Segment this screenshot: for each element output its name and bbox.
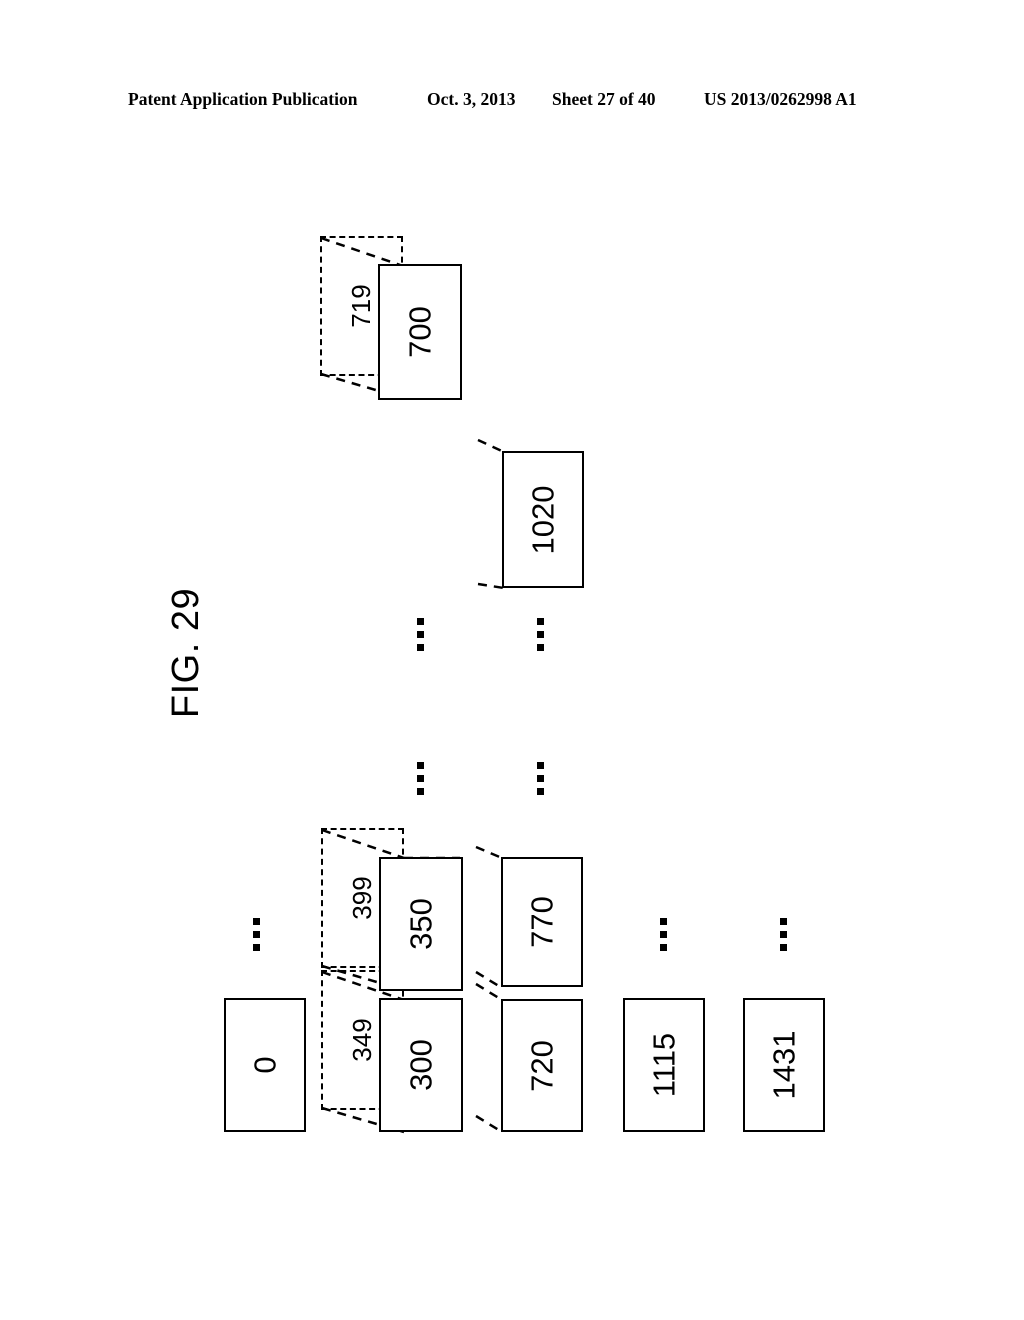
node-770-stub-bottom — [475, 970, 503, 990]
ellipsis-col-770-lower — [537, 762, 545, 796]
node-label-300: 300 — [403, 1039, 439, 1091]
node-label-770: 770 — [524, 896, 560, 948]
node-label-720: 720 — [524, 1039, 560, 1092]
node-box-700: 700 — [378, 264, 462, 400]
node-box-1020: 1020 — [502, 451, 584, 588]
node-box-1431: 1431 — [743, 998, 825, 1132]
figure-29-diagram: FIG. 29 719 700 1020 399 349 0 350 300 7… — [0, 0, 1024, 1320]
callout-349-label: 349 — [347, 1018, 377, 1062]
node-box-350: 350 — [379, 857, 463, 991]
node-label-700: 700 — [402, 306, 438, 358]
ellipsis-col-770-upper — [537, 618, 545, 652]
ellipsis-col-350-upper — [417, 618, 425, 652]
node-770-stub-top — [475, 845, 503, 860]
node-label-0: 0 — [247, 1056, 283, 1074]
ellipsis-col-1115 — [660, 918, 668, 952]
node-box-1115: 1115 — [623, 998, 705, 1132]
node-label-1020: 1020 — [525, 485, 561, 554]
node-720-stub-top — [475, 982, 503, 1002]
node-1020-stub-bottom — [477, 582, 505, 590]
node-box-720: 720 — [501, 999, 583, 1132]
node-label-1115: 1115 — [646, 1032, 682, 1098]
ellipsis-col-350-lower — [417, 762, 425, 796]
ellipsis-col-0 — [253, 918, 261, 952]
node-720-stub-bottom — [475, 1114, 503, 1134]
callout-719-label: 719 — [346, 284, 376, 328]
node-1020-stub-top — [477, 438, 505, 454]
figure-caption: FIG. 29 — [165, 587, 207, 719]
node-box-770: 770 — [501, 857, 583, 987]
node-label-350: 350 — [403, 898, 439, 950]
callout-399-label: 399 — [347, 876, 377, 920]
ellipsis-col-1431 — [780, 918, 788, 952]
node-label-1431: 1431 — [766, 1030, 802, 1100]
node-box-300: 300 — [379, 998, 463, 1132]
node-box-0: 0 — [224, 998, 306, 1132]
